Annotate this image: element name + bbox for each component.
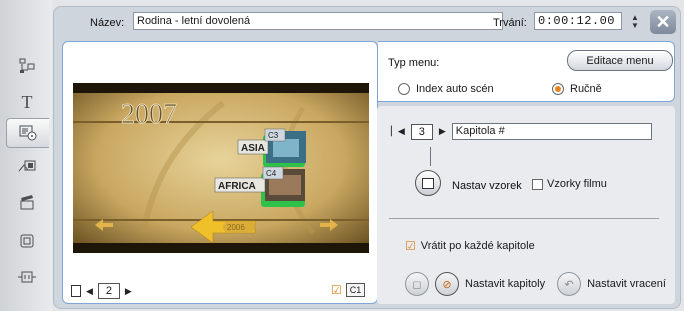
page-prev-icon[interactable]: ◀ xyxy=(86,286,93,297)
speech-bubble-icon: ◻ xyxy=(412,278,422,291)
chapter-label-asia: ASIA xyxy=(241,143,265,154)
radio-manual-icon[interactable] xyxy=(552,83,564,95)
close-icon: ✕ xyxy=(655,11,671,32)
menu-preview-panel: 2007 ASIA C3 AFRICA C4 2006 ◀ 2 ▶ ☑ C1 xyxy=(62,41,378,304)
video-scene-icon[interactable] xyxy=(10,52,44,80)
chapter-actions: ◻ ⊘ Nastavit kapitoly ↶ Nastavit vracení xyxy=(405,272,666,296)
menu-year-title: 2007 xyxy=(121,99,177,130)
menu-type-panel: Typ menu: Editace menu Index auto scén R… xyxy=(378,41,675,102)
duration-spinner[interactable]: ▲ ▼ xyxy=(628,12,642,32)
radio-auto-label: Index auto scén xyxy=(416,83,494,95)
chapter-number-field[interactable]: 3 xyxy=(410,123,433,140)
set-return-button[interactable]: ↶ xyxy=(557,272,582,296)
thumbnail-icon xyxy=(422,177,434,189)
return-after-option[interactable]: ☑ Vrátit po každé kapitole xyxy=(405,239,535,253)
set-chapters-icon: ⊘ xyxy=(442,278,452,291)
return-arrow-icon: ↶ xyxy=(564,278,574,291)
chapter-label-africa: AFRICA xyxy=(218,181,256,192)
duration-label: Trvání: xyxy=(493,17,527,29)
page-icon xyxy=(71,285,81,297)
duration-field[interactable]: 0:00:12.00 xyxy=(534,12,622,30)
film-samples-checkbox[interactable] xyxy=(532,178,543,190)
spin-down-icon[interactable]: ▼ xyxy=(631,22,639,30)
chapter-tag-c4: C4 xyxy=(266,169,277,178)
checkmark-icon[interactable]: ☑ xyxy=(331,283,342,297)
chapter-first-icon[interactable]: ▏◀ xyxy=(391,126,405,137)
name-label: Název: xyxy=(90,17,125,29)
set-thumbnail-button[interactable] xyxy=(415,170,441,196)
chapter-selector: ▏◀ 3 ▶ Kapitola # xyxy=(391,123,652,140)
set-chapters-button[interactable]: ⊘ xyxy=(435,272,459,296)
disc-menu-icon[interactable] xyxy=(6,118,49,148)
page-navigator: ◀ 2 ▶ xyxy=(71,283,132,299)
radio-auto-icon[interactable] xyxy=(398,83,410,95)
menu-prev-button-label: 2006 xyxy=(227,223,245,232)
chapter-indicator: ☑ C1 xyxy=(331,283,366,297)
name-field[interactable]: Rodina - letní dovolená xyxy=(133,12,503,30)
set-sample-label: Nastav vzorek xyxy=(452,180,522,192)
film-samples-option[interactable]: Vzorky filmu xyxy=(532,178,607,190)
chapter-tag-c3: C3 xyxy=(268,131,279,140)
clapperboard-icon[interactable] xyxy=(10,188,44,216)
set-chapters-label: Nastavit kapitoly xyxy=(465,278,546,290)
page-next-icon[interactable]: ▶ xyxy=(125,286,132,297)
divider xyxy=(389,218,659,219)
edit-menu-button[interactable]: Editace menu xyxy=(567,50,673,71)
picture-in-picture-icon[interactable] xyxy=(10,227,44,255)
menu-type-label: Typ menu: xyxy=(388,57,440,69)
return-checkbox-icon[interactable]: ☑ xyxy=(405,239,416,253)
film-samples-label: Vzorky filmu xyxy=(547,178,607,190)
tool-strip: T xyxy=(0,0,52,311)
chapter-next-icon[interactable]: ▶ xyxy=(439,126,446,137)
chapter-settings-panel: ▏◀ 3 ▶ Kapitola # Nastav vzorek Vzorky f… xyxy=(377,106,675,304)
radio-manual[interactable]: Ručně xyxy=(552,83,602,95)
chapter-link-button[interactable]: ◻ xyxy=(405,272,429,296)
page-number-field[interactable]: 2 xyxy=(97,283,120,299)
chapter-tag-c1: C1 xyxy=(345,283,366,297)
radio-auto-scene[interactable]: Index auto scén xyxy=(398,83,494,95)
radio-manual-label: Ručně xyxy=(570,83,602,95)
connector-line xyxy=(430,147,431,166)
title-text-icon[interactable]: T xyxy=(10,88,44,116)
chapter-name-field[interactable]: Kapitola # xyxy=(451,123,652,140)
header-bar: Název: Rodina - letní dovolená Trvání: 0… xyxy=(56,8,678,38)
return-after-label: Vrátit po každé kapitole xyxy=(420,240,535,252)
menu-preview-screen[interactable]: 2007 ASIA C3 AFRICA C4 2006 xyxy=(73,83,369,253)
audio-plug-icon[interactable] xyxy=(10,263,44,291)
set-return-label: Nastavit vracení xyxy=(587,278,666,290)
close-button[interactable]: ✕ xyxy=(650,10,676,34)
transition-icon[interactable] xyxy=(10,153,44,181)
